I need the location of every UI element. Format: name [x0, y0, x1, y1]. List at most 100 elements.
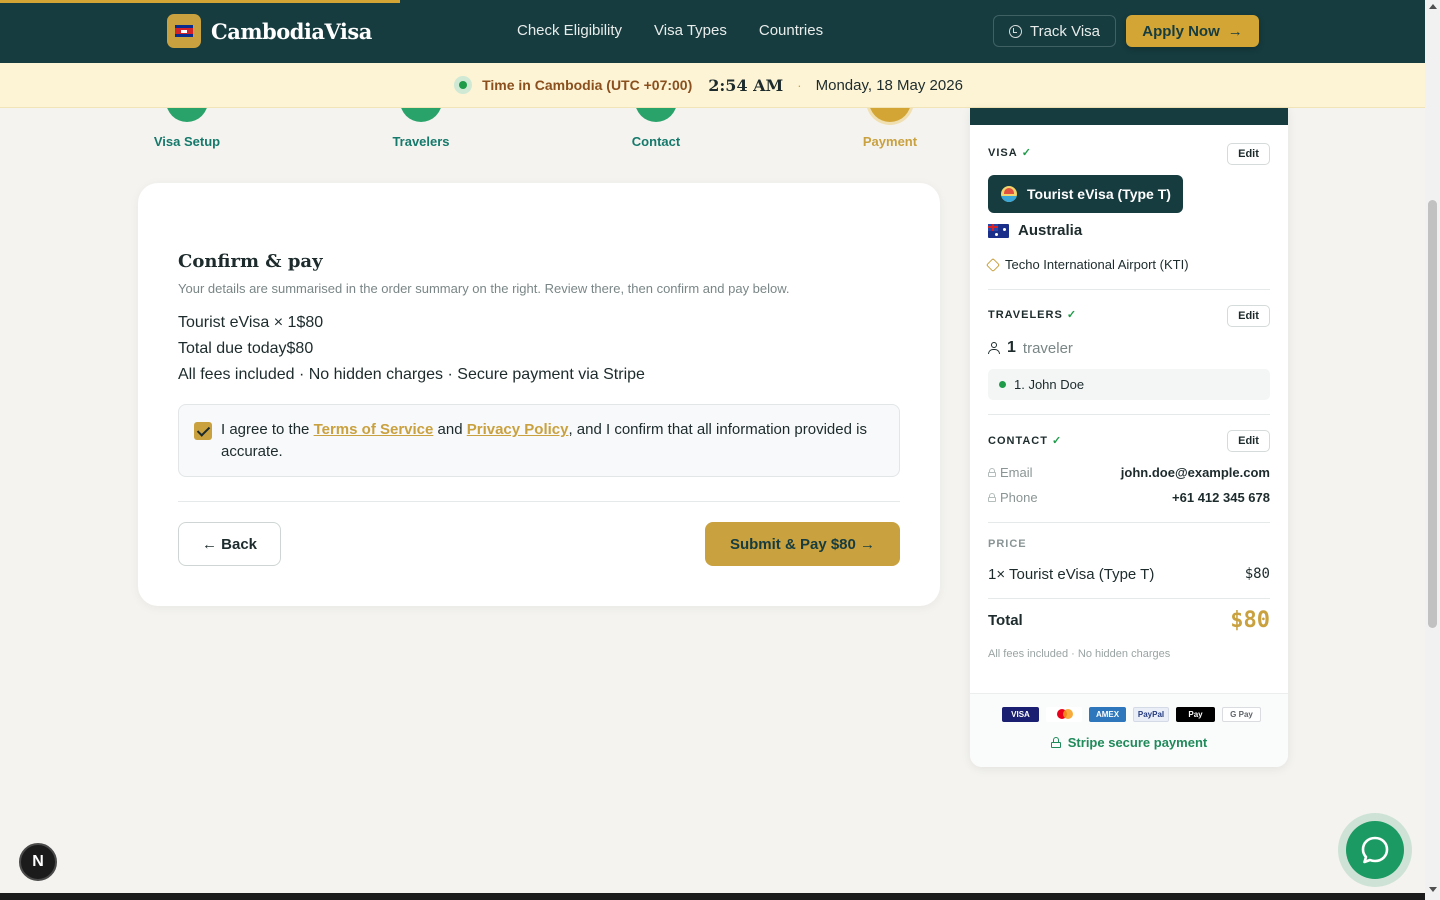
visa-section-title: VISA ✓ [988, 147, 1031, 159]
step-current-icon [869, 108, 911, 122]
email-value: john.doe@example.com [1120, 465, 1270, 480]
location-icon [985, 257, 1001, 272]
step-label: Payment [862, 134, 918, 149]
visa-type-badge: Tourist eVisa (Type T) [988, 175, 1183, 213]
terms-agreement: I agree to the Terms of Service and Priv… [178, 404, 900, 477]
traveler-name: 1. John Doe [1014, 377, 1085, 392]
separator: · [797, 77, 802, 93]
step-label: Contact [631, 134, 681, 149]
confirm-subtitle: Your details are summarised in the order… [178, 281, 790, 296]
privacy-link[interactable]: Privacy Policy [467, 421, 569, 438]
apply-now-button[interactable]: Apply Now → [1126, 15, 1259, 47]
terms-link[interactable]: Terms of Service [314, 421, 434, 438]
mastercard-icon [1046, 707, 1082, 722]
fees-info: All fees included · No hidden charges · … [178, 366, 645, 383]
live-status-icon [454, 76, 473, 94]
visa-type-label: Tourist eVisa (Type T) [1027, 186, 1171, 202]
email-label: Email [1000, 465, 1033, 480]
confirm-title: Confirm & pay [178, 251, 323, 272]
country-name: Australia [1018, 222, 1083, 239]
arrow-right-icon: → [1227, 22, 1243, 40]
cambodia-flag-icon [167, 14, 201, 48]
divider [988, 289, 1270, 290]
total-label: Total [988, 612, 1023, 629]
divider [178, 501, 900, 502]
brand-logo[interactable]: CambodiaVisa [167, 14, 372, 48]
divider [988, 414, 1270, 415]
price-section-title: PRICE [988, 538, 1027, 550]
bottom-edge [0, 893, 1425, 900]
step-complete-icon [400, 108, 442, 122]
stripe-label: Stripe secure payment [1067, 735, 1208, 750]
step-complete-icon [166, 108, 208, 122]
nav-visa-types[interactable]: Visa Types [654, 22, 727, 39]
apply-now-label: Apply Now [1142, 22, 1220, 40]
nav-countries[interactable]: Countries [759, 22, 823, 39]
step-complete-icon [635, 108, 677, 122]
traveler-word: traveler [1022, 339, 1073, 357]
track-visa-button[interactable]: Track Visa [993, 15, 1116, 47]
cambodia-time-bar: Time in Cambodia (UTC +07:00) 2:54 AM · … [0, 63, 1425, 108]
check-icon: ✓ [1051, 435, 1062, 447]
page-scrollbar[interactable] [1425, 0, 1440, 900]
lock-icon [1050, 737, 1061, 748]
divider [988, 598, 1270, 599]
price-item: 1× Tourist eVisa (Type T) [988, 566, 1155, 583]
payment-methods: VISA AMEX PayPal Pay G Pay Stripe secure… [970, 693, 1288, 767]
person-icon [988, 342, 1000, 354]
google-pay-icon: G Pay [1222, 707, 1261, 722]
traveler-item: 1. John Doe [988, 369, 1270, 400]
clock-icon [1008, 24, 1022, 38]
port-name: Techo International Airport (KTI) [1005, 257, 1189, 272]
australia-flag-icon [988, 223, 1009, 238]
stripe-secure: Stripe secure payment [970, 735, 1288, 750]
visa-card-icon: VISA [1002, 707, 1039, 722]
agree-text: I agree to the Terms of Service and Priv… [221, 419, 891, 463]
amex-icon: AMEX [1089, 707, 1126, 722]
contact-section-title: CONTACT ✓ [988, 435, 1062, 447]
total-line: Total $80 [988, 608, 1270, 633]
current-time: 2:54 AM [708, 75, 784, 95]
travelers-section-title: TRAVELERS ✓ [988, 309, 1077, 321]
check-icon: ✓ [1066, 309, 1077, 321]
edit-visa-button[interactable]: Edit [1227, 143, 1270, 165]
agree-checkbox[interactable] [194, 422, 212, 440]
back-button[interactable]: ← Back [178, 522, 281, 566]
nav-check-eligibility[interactable]: Check Eligibility [517, 22, 622, 39]
edit-travelers-button[interactable]: Edit [1227, 305, 1270, 327]
divider [988, 522, 1270, 523]
step-label: Visa Setup [153, 134, 221, 149]
status-dot-icon [999, 381, 1006, 388]
total-value: $80 [1230, 608, 1270, 633]
progress-steps: Visa Setup Travelers Contact Payment [0, 108, 960, 168]
beach-icon [1001, 186, 1017, 202]
traveler-count: 1 traveler [988, 339, 1073, 357]
main-nav: Check Eligibility Visa Types Countries [517, 22, 823, 39]
nationality: Australia [988, 222, 1082, 239]
scrollbar-thumb[interactable] [1428, 200, 1437, 628]
scroll-down-icon[interactable] [1429, 887, 1437, 892]
brand-name: CambodiaVisa [211, 18, 372, 44]
entry-port: Techo International Airport (KTI) [985, 257, 1189, 272]
step-label: Travelers [392, 134, 450, 149]
edit-contact-button[interactable]: Edit [1227, 430, 1270, 452]
total-due: Total due today$80 [178, 340, 314, 357]
line-item: Tourist eVisa × 1$80 [178, 314, 324, 331]
apple-pay-icon: Pay [1176, 707, 1215, 722]
agree-and: and [433, 421, 467, 438]
confirm-pay-card: Confirm & pay Your details are summarise… [138, 183, 940, 606]
lock-icon [988, 468, 996, 477]
scroll-up-icon[interactable] [1429, 4, 1437, 9]
fees-note: All fees included · No hidden charges [988, 648, 1171, 660]
contact-email: Email john.doe@example.com [988, 465, 1270, 480]
agree-prefix: I agree to the [221, 421, 314, 438]
track-visa-label: Track Visa [1029, 22, 1101, 40]
nextjs-dev-badge[interactable]: N [19, 843, 57, 881]
chat-button[interactable] [1338, 813, 1412, 887]
submit-pay-button[interactable]: Submit & Pay $80 → [705, 522, 900, 566]
price-value: $80 [1244, 566, 1270, 582]
traveler-count-value: 1 [1007, 339, 1016, 356]
price-line: 1× Tourist eVisa (Type T) $80 [988, 566, 1270, 583]
phone-value: +61 412 345 678 [1172, 490, 1270, 505]
lock-icon [988, 493, 996, 502]
